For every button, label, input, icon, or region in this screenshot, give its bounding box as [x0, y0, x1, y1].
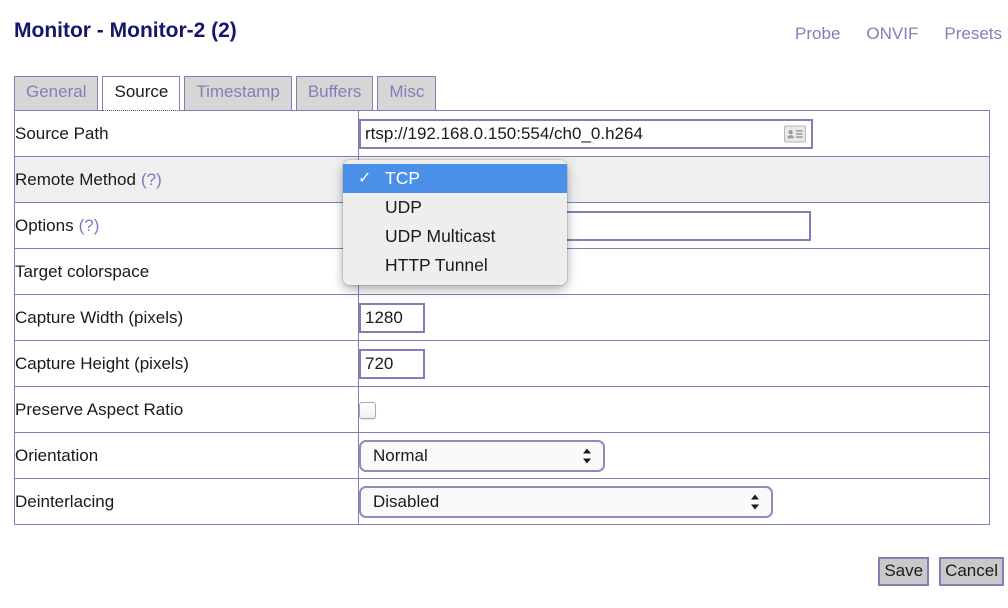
deinterlacing-cell: Disabled: [358, 478, 990, 525]
form-action-buttons: Save Cancel: [878, 557, 1004, 586]
source-path-field-wrap: [359, 118, 813, 149]
capture-width-cell: [358, 294, 990, 341]
dropdown-option-label: TCP: [385, 168, 420, 188]
target-colorspace-label: Target colorspace: [14, 248, 359, 295]
row-orientation: Orientation Normal: [14, 432, 990, 479]
deinterlacing-select-value: Disabled: [373, 491, 440, 511]
dropdown-option-label: HTTP Tunnel: [385, 255, 488, 275]
onvif-link[interactable]: ONVIF: [866, 24, 918, 44]
row-deinterlacing: Deinterlacing Disabled: [14, 478, 990, 525]
cancel-button[interactable]: Cancel: [939, 557, 1004, 586]
tab-source[interactable]: Source: [102, 76, 181, 111]
remote-method-label: Remote Method (?): [14, 156, 359, 203]
source-path-input[interactable]: [359, 118, 813, 149]
page-header: Monitor - Monitor-2 (2) Probe ONVIF Pres…: [0, 0, 1008, 62]
tab-general[interactable]: General: [14, 76, 99, 111]
deinterlacing-label: Deinterlacing: [14, 478, 359, 525]
save-button[interactable]: Save: [878, 557, 930, 586]
presets-link[interactable]: Presets: [944, 24, 1002, 44]
orientation-select[interactable]: Normal: [359, 439, 605, 472]
source-path-cell: [358, 110, 990, 157]
options-label-text: Options: [15, 215, 74, 235]
tab-bar: General Source Timestamp Buffers Misc: [14, 76, 437, 111]
header-nav-links: Probe ONVIF Presets: [795, 24, 1002, 44]
dropdown-option-label: UDP: [385, 197, 422, 217]
contact-card-icon[interactable]: [784, 125, 806, 142]
preserve-aspect-ratio-checkbox[interactable]: [359, 401, 376, 419]
check-icon: ✓: [358, 170, 372, 187]
tab-timestamp[interactable]: Timestamp: [184, 76, 292, 111]
remote-method-help-icon[interactable]: (?): [141, 170, 162, 189]
chevron-updown-icon: [583, 447, 592, 464]
source-path-label: Source Path: [14, 110, 359, 157]
probe-link[interactable]: Probe: [795, 24, 840, 44]
tab-buffers[interactable]: Buffers: [295, 76, 374, 111]
row-preserve-aspect-ratio: Preserve Aspect Ratio: [14, 386, 990, 433]
dropdown-option-udp[interactable]: UDP: [343, 193, 567, 222]
row-capture-width: Capture Width (pixels): [14, 294, 990, 341]
row-source-path: Source Path: [14, 110, 990, 157]
remote-method-label-text: Remote Method: [15, 169, 136, 189]
preserve-aspect-ratio-label: Preserve Aspect Ratio: [14, 386, 359, 433]
orientation-label: Orientation: [14, 432, 359, 479]
orientation-cell: Normal: [358, 432, 990, 479]
capture-width-input[interactable]: [359, 302, 425, 333]
tab-misc[interactable]: Misc: [377, 76, 437, 111]
options-label: Options (?): [14, 202, 359, 249]
remote-method-dropdown-menu[interactable]: ✓ TCP UDP UDP Multicast HTTP Tunnel: [343, 160, 567, 285]
options-help-icon[interactable]: (?): [79, 216, 100, 235]
capture-height-label: Capture Height (pixels): [14, 340, 359, 387]
orientation-select-value: Normal: [373, 445, 428, 465]
dropdown-option-tcp[interactable]: ✓ TCP: [343, 164, 567, 193]
row-capture-height: Capture Height (pixels): [14, 340, 990, 387]
preserve-aspect-ratio-cell: [358, 386, 990, 433]
dropdown-option-udp-multicast[interactable]: UDP Multicast: [343, 222, 567, 251]
dropdown-option-label: UDP Multicast: [385, 226, 496, 246]
capture-height-cell: [358, 340, 990, 387]
page-title: Monitor - Monitor-2 (2): [14, 19, 237, 42]
capture-height-input[interactable]: [359, 348, 425, 379]
chevron-updown-icon: [751, 493, 760, 510]
deinterlacing-select[interactable]: Disabled: [359, 485, 773, 518]
dropdown-option-http-tunnel[interactable]: HTTP Tunnel: [343, 251, 567, 280]
capture-width-label: Capture Width (pixels): [14, 294, 359, 341]
